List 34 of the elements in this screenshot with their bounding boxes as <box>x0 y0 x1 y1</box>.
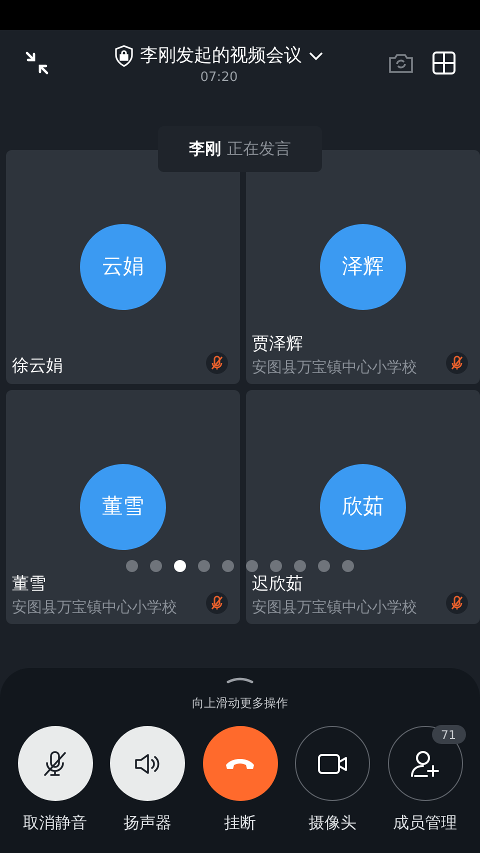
collapse-icon[interactable] <box>24 50 50 76</box>
participant-org: 安图县万宝镇中心小学校 <box>252 597 418 618</box>
member-count-badge: 71 <box>432 725 466 744</box>
avatar: 欣茹 <box>320 464 406 550</box>
video-camera-icon <box>316 752 348 774</box>
avatar: 泽辉 <box>320 224 406 310</box>
call-duration: 07:20 <box>200 71 238 84</box>
participant-org: 安图县万宝镇中心小学校 <box>252 357 418 378</box>
muted-mic-icon <box>41 748 69 778</box>
add-person-icon <box>409 748 441 778</box>
participant-name: 徐云娟 <box>12 355 63 378</box>
meeting-title: 李刚发起的视频会议 <box>140 44 302 68</box>
action-label: 成员管理 <box>393 812 457 834</box>
participant-name: 董雪 <box>12 573 46 596</box>
action-label: 挂断 <box>224 812 256 834</box>
participant-org: 安图县万宝镇中心小学校 <box>12 597 178 618</box>
camera-button[interactable] <box>295 726 370 801</box>
members-button[interactable]: 71 <box>388 726 462 801</box>
action-label: 摄像头 <box>308 812 356 834</box>
participant-name: 迟欣茹 <box>252 573 303 596</box>
avatar: 董雪 <box>80 464 166 550</box>
action-label: 取消静音 <box>23 812 87 834</box>
action-label: 扬声器 <box>124 812 172 834</box>
grid-layout-icon[interactable] <box>432 51 456 75</box>
swipe-hint: 向上滑动更多操作 <box>192 695 288 712</box>
participant-name: 贾泽辉 <box>252 333 303 356</box>
video-tile[interactable]: 董雪 董雪 安图县万宝镇中心小学校 <box>6 390 240 624</box>
handle-icon[interactable] <box>226 676 254 684</box>
switch-camera-icon[interactable] <box>388 52 414 74</box>
hang-up-icon <box>224 756 256 770</box>
shield-lock-icon <box>114 44 134 66</box>
chevron-down-icon[interactable] <box>308 50 324 60</box>
avatar: 云娟 <box>80 224 166 310</box>
video-tile[interactable]: 欣茹 迟欣茹 安图县万宝镇中心小学校 <box>246 390 480 624</box>
